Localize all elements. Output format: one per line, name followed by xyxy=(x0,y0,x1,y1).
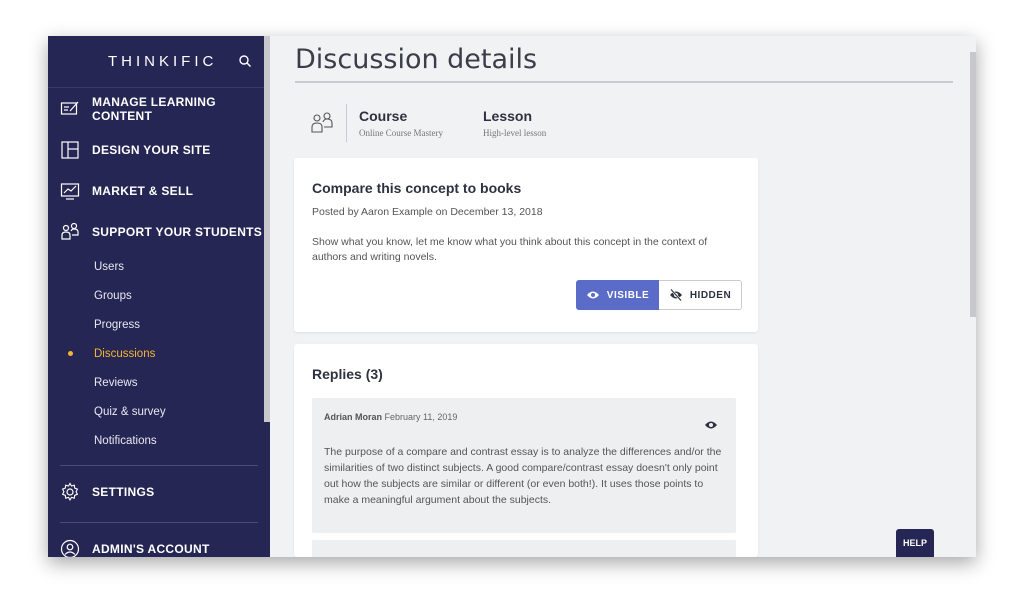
sidebar-item-groups[interactable]: Groups xyxy=(48,281,270,310)
discussion-title: Compare this concept to books xyxy=(312,180,522,196)
sidebar-item-users[interactable]: Users xyxy=(48,252,270,281)
gear-icon xyxy=(61,481,79,501)
students-icon xyxy=(61,222,79,240)
reply-body: The purpose of a compare and contrast es… xyxy=(324,446,722,506)
discussion-body: Show what you know, let me know what you… xyxy=(312,236,708,263)
visible-label: VISIBLE xyxy=(606,289,650,301)
replies-title: Replies (3) xyxy=(312,366,383,382)
sidebar-item-label: Reviews xyxy=(94,376,138,389)
sidebar-item-label: Groups xyxy=(94,289,132,302)
lesson-label: Lesson xyxy=(482,108,532,124)
active-indicator xyxy=(68,351,73,356)
sidebar-item-label: Users xyxy=(94,260,125,273)
discussion-context: Course Online Course Mastery Lesson High… xyxy=(295,102,586,144)
reply-meta: Adrian Moran February 11, 2019 xyxy=(324,412,724,422)
reply-item xyxy=(312,540,736,557)
nav-label: ADMIN'S ACCOUNT xyxy=(92,541,210,556)
lesson-value[interactable]: High-level lesson xyxy=(483,128,546,138)
sidebar-item-label: Quiz & survey xyxy=(94,405,166,418)
sidebar-item-notifications[interactable]: Notifications xyxy=(48,426,270,455)
divider xyxy=(60,465,258,466)
course-value[interactable]: Online Course Mastery xyxy=(359,128,443,138)
reply-date: February 11, 2019 xyxy=(384,412,458,422)
sidebar-item-reviews[interactable]: Reviews xyxy=(48,368,270,397)
hidden-button[interactable]: HIDDEN xyxy=(659,280,742,310)
page-title: Discussion details xyxy=(295,44,538,75)
discussion-card: Compare this concept to books Posted by … xyxy=(294,158,758,332)
replies-card: Replies (3) Adrian Moran February 11, 20… xyxy=(294,344,758,557)
reply-author: Adrian Moran xyxy=(324,412,383,422)
course-info: Course Online Course Mastery xyxy=(359,108,443,138)
nav-label: DESIGN YOUR SITE xyxy=(92,142,211,157)
nav-label: SETTINGS xyxy=(92,484,155,499)
nav-label: MARKET & SELL xyxy=(92,183,194,198)
nav-label: MANAGE LEARNING CONTENT xyxy=(92,94,216,123)
students-icon xyxy=(311,112,333,133)
divider xyxy=(295,81,953,83)
divider xyxy=(346,104,347,142)
sidebar-item-label: Discussions xyxy=(94,347,156,360)
search-icon[interactable] xyxy=(238,54,252,68)
course-label: Course xyxy=(359,108,408,124)
chart-icon xyxy=(60,182,80,200)
hidden-label: HIDDEN xyxy=(689,289,732,301)
divider xyxy=(60,522,258,523)
nav-label: SUPPORT YOUR STUDENTS xyxy=(92,224,263,239)
nav-settings[interactable]: SETTINGS xyxy=(48,471,270,512)
brand-header: THINKIFIC xyxy=(48,36,270,88)
visibility-toggle: VISIBLE HIDDEN xyxy=(576,280,742,310)
nav-manage-learning-content[interactable]: MANAGE LEARNING CONTENT xyxy=(48,88,270,129)
discussion-posted: Posted by Aaron Example on December 13, … xyxy=(312,206,543,218)
user-circle-icon xyxy=(60,539,80,557)
edit-screen-icon xyxy=(60,101,79,115)
eye-icon xyxy=(586,291,599,299)
main-content: Discussion details Course Online Course … xyxy=(270,36,976,557)
sidebar-item-discussions[interactable]: Discussions xyxy=(48,339,270,368)
help-button[interactable]: HELP xyxy=(896,529,934,557)
brand-logo[interactable]: THINKIFIC xyxy=(108,53,217,70)
nav-admin-account[interactable]: ADMIN'S ACCOUNT xyxy=(48,528,270,557)
lesson-info: Lesson High-level lesson xyxy=(483,108,546,138)
eye-icon[interactable] xyxy=(704,418,718,432)
sidebar-item-quiz-survey[interactable]: Quiz & survey xyxy=(48,397,270,426)
sidebar-item-progress[interactable]: Progress xyxy=(48,310,270,339)
sidebar-item-label: Progress xyxy=(94,318,141,331)
nav-support-your-students[interactable]: SUPPORT YOUR STUDENTS xyxy=(48,211,270,252)
sidebar: THINKIFIC MANAGE LEARNING CONTENT DESIGN… xyxy=(48,36,270,557)
nav-design-your-site[interactable]: DESIGN YOUR SITE xyxy=(48,129,270,170)
layout-icon xyxy=(61,140,79,159)
eye-slash-icon xyxy=(669,288,682,302)
app-window: THINKIFIC MANAGE LEARNING CONTENT DESIGN… xyxy=(48,36,976,557)
nav-market-and-sell[interactable]: MARKET & SELL xyxy=(48,170,270,211)
visible-button[interactable]: VISIBLE xyxy=(576,280,659,310)
main-scrollbar[interactable] xyxy=(970,52,976,317)
sidebar-item-label: Notifications xyxy=(94,434,157,447)
reply-item: Adrian Moran February 11, 2019 The purpo… xyxy=(312,398,736,533)
